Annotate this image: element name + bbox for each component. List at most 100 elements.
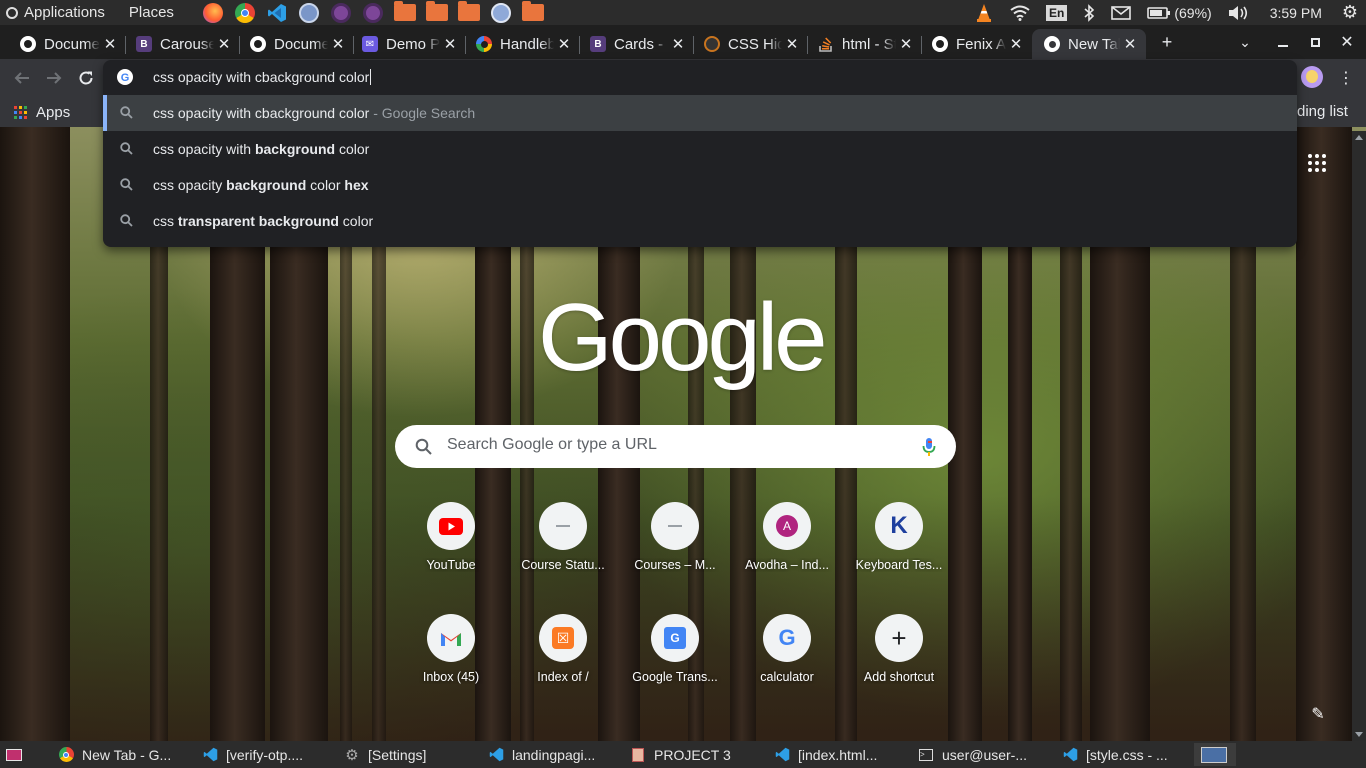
close-tab-icon[interactable]: ✕ xyxy=(1120,35,1140,53)
battery-indicator[interactable]: (69%) xyxy=(1139,0,1219,25)
more-options-icon[interactable]: ⋮ xyxy=(1332,65,1360,91)
task-label: landingpagi... xyxy=(512,746,596,763)
chrome-launcher-icon[interactable] xyxy=(232,2,258,24)
shortcut-label: Inbox (45) xyxy=(422,670,480,684)
tab-cards[interactable]: B Cards - Bootstrap ✕ xyxy=(578,29,694,59)
suggestion-2[interactable]: css opacity with background color xyxy=(103,131,1297,167)
close-tab-icon[interactable]: ✕ xyxy=(782,35,802,53)
applications-menu[interactable]: Applications xyxy=(0,0,129,25)
tor-launcher-icon[interactable] xyxy=(328,2,354,24)
shortcut-course-status[interactable]: Course Statu... xyxy=(507,502,619,602)
close-tab-icon[interactable]: ✕ xyxy=(328,35,348,53)
address-bar-input[interactable]: G css opacity with cbackground color xyxy=(103,60,1297,95)
task-vscode-style[interactable]: [style.css - ... xyxy=(1056,743,1184,766)
suggestion-text: css opacity with xyxy=(153,141,255,157)
google-logo: Google xyxy=(538,284,828,391)
volume-icon[interactable] xyxy=(1220,0,1258,25)
shortcut-avodha[interactable]: A Avodha – Ind... xyxy=(731,502,843,602)
tab-fenix-admin[interactable]: Fenix Admin ✕ xyxy=(920,29,1032,59)
minimize-window-icon[interactable] xyxy=(1268,29,1298,55)
tab-carousel[interactable]: B Carousel ✕ xyxy=(124,29,240,59)
suggestion-1[interactable]: css opacity with cbackground color - Goo… xyxy=(103,95,1297,131)
shortcut-courses[interactable]: Courses – M... xyxy=(619,502,731,602)
close-tab-icon[interactable]: ✕ xyxy=(214,35,234,53)
tor-browser-launcher-icon[interactable] xyxy=(360,2,386,24)
ntp-search-box[interactable]: Search Google or type a URL xyxy=(395,425,956,468)
shortcut-google-translate[interactable]: G Google Trans... xyxy=(619,614,731,714)
files-launcher-icon[interactable] xyxy=(456,1,482,24)
shortcut-inbox[interactable]: Inbox (45) xyxy=(395,614,507,714)
task-vscode-verify-otp[interactable]: [verify-otp.... xyxy=(196,743,322,766)
back-arrow-icon[interactable] xyxy=(8,65,36,91)
close-tab-icon[interactable]: ✕ xyxy=(668,35,688,53)
background-tree xyxy=(1296,127,1352,741)
apps-bookmark[interactable]: Apps xyxy=(14,104,70,121)
gear-icon: ⚙ xyxy=(345,746,359,764)
clock[interactable]: 3:59 PM xyxy=(1258,0,1334,25)
customize-pencil-icon[interactable]: ✎ xyxy=(1306,702,1330,726)
restore-window-icon[interactable] xyxy=(1300,29,1330,55)
reload-icon[interactable] xyxy=(72,65,100,91)
home-folder-launcher-icon[interactable] xyxy=(424,1,450,24)
vscode-launcher-icon[interactable] xyxy=(264,2,290,24)
task-project-3[interactable]: PROJECT 3 xyxy=(624,743,754,766)
vscode-icon xyxy=(202,747,218,763)
tab-demo-page[interactable]: ✉ Demo Page ✕ xyxy=(350,29,466,59)
wifi-icon[interactable] xyxy=(1002,0,1038,25)
documents-launcher-icon[interactable] xyxy=(520,1,546,24)
task-terminal[interactable]: > user@user-... xyxy=(912,743,1042,766)
task-new-tab-chrome[interactable]: New Tab - G... xyxy=(52,743,184,766)
close-tab-icon[interactable]: ✕ xyxy=(1006,35,1026,53)
keyboard-layout-indicator[interactable]: En xyxy=(1038,0,1075,25)
vlc-icon[interactable] xyxy=(966,0,1002,25)
scroll-down-arrow-icon[interactable] xyxy=(1355,732,1363,737)
bookmark-reading-list[interactable]: ding list xyxy=(1297,103,1348,120)
tab-documentation-2[interactable]: Documentation ✕ xyxy=(238,29,354,59)
suggestion-3[interactable]: css opacity background color hex xyxy=(103,167,1297,203)
close-tab-icon[interactable]: ✕ xyxy=(100,35,120,53)
close-tab-icon[interactable]: ✕ xyxy=(896,35,916,53)
close-window-icon[interactable]: ✕ xyxy=(1332,29,1362,55)
shortcut-label: Add shortcut xyxy=(863,670,935,684)
tab-documentation-1[interactable]: Documentation ✕ xyxy=(8,29,126,59)
shortcut-label: Courses – M... xyxy=(634,558,716,572)
show-desktop-button[interactable] xyxy=(0,743,40,766)
mail-icon[interactable] xyxy=(1103,0,1139,25)
tab-search-chevron-down-icon[interactable]: ⌄ xyxy=(1230,29,1260,55)
suggestion-text-end: color xyxy=(338,213,374,229)
page-scrollbar[interactable] xyxy=(1352,131,1366,741)
microphone-icon[interactable] xyxy=(922,437,936,462)
close-tab-icon[interactable]: ✕ xyxy=(440,35,460,53)
workspace-switcher[interactable] xyxy=(1194,743,1236,766)
shortcut-calculator[interactable]: G calculator xyxy=(731,614,843,714)
firefox-launcher-icon[interactable] xyxy=(200,2,226,24)
close-tab-icon[interactable]: ✕ xyxy=(554,35,574,53)
scroll-up-arrow-icon[interactable] xyxy=(1355,135,1363,140)
tab-handlebars[interactable]: Handlebars ✕ xyxy=(464,29,580,59)
search-icon xyxy=(120,106,133,122)
profile-avatar[interactable] xyxy=(1298,64,1326,90)
task-settings[interactable]: ⚙ [Settings] xyxy=(338,743,468,766)
apps-grid-icon xyxy=(14,106,27,119)
suggestion-4[interactable]: css transparent background color xyxy=(103,203,1297,239)
tab-new-tab[interactable]: New Tab ✕ xyxy=(1032,29,1146,59)
shortcut-youtube[interactable]: YouTube xyxy=(395,502,507,602)
shortcut-index-of[interactable]: ☒ Index of / xyxy=(507,614,619,714)
bluetooth-icon[interactable] xyxy=(1075,0,1103,25)
tab-css-hide[interactable]: CSS Hide ✕ xyxy=(692,29,808,59)
suggestion-match: background xyxy=(254,141,336,157)
task-vscode-index[interactable]: [index.html... xyxy=(768,743,898,766)
settings-gear-icon[interactable]: ⚙ xyxy=(1334,0,1366,25)
task-vscode-landingpage[interactable]: landingpagi... xyxy=(482,743,608,766)
network-launcher-icon[interactable] xyxy=(296,2,322,24)
forward-arrow-icon[interactable] xyxy=(40,65,68,91)
add-shortcut-button[interactable]: + Add shortcut xyxy=(843,614,955,714)
google-apps-grid-icon[interactable] xyxy=(1308,154,1326,172)
new-tab-plus-icon[interactable]: + xyxy=(1152,29,1182,55)
tab-stackoverflow[interactable]: html - Stack Overflow ✕ xyxy=(806,29,922,59)
folder-launcher-icon[interactable] xyxy=(392,1,418,24)
browser-launcher-icon[interactable] xyxy=(488,2,514,24)
shortcut-label: YouTube xyxy=(426,558,476,572)
shortcut-keyboard-test[interactable]: K Keyboard Tes... xyxy=(843,502,955,602)
places-menu[interactable]: Places xyxy=(129,0,198,25)
